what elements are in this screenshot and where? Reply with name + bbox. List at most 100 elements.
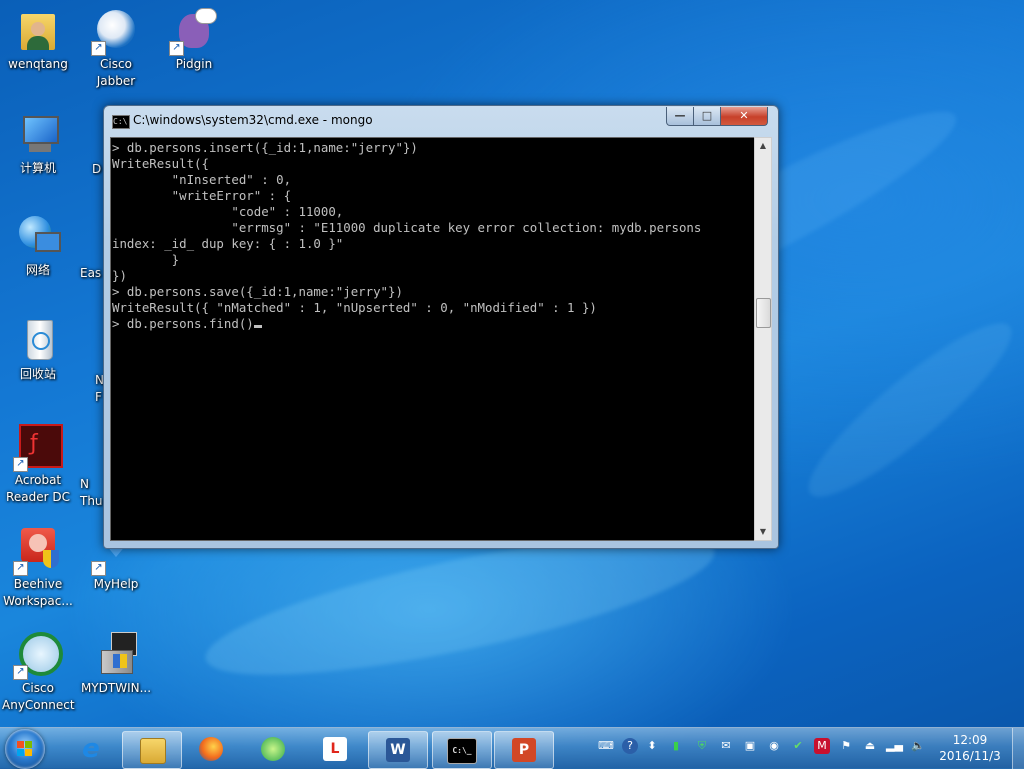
taskbar-word[interactable]: W: [368, 731, 428, 769]
console-line: WriteResult({ "nMatched" : 1, "nUpserted…: [112, 300, 597, 315]
desktop-icon-computer[interactable]: 计算机: [2, 112, 74, 177]
start-button[interactable]: [5, 729, 45, 769]
desktop-icon-cisco-jabber[interactable]: ↗ Cisco Jabber: [80, 8, 152, 90]
mail-icon[interactable]: ✉: [718, 738, 734, 754]
maximize-button[interactable]: □: [693, 107, 721, 126]
console-line: > db.persons.insert({_id:1,name:"jerry"}…: [112, 140, 418, 155]
console-line: "errmsg" : "E11000 duplicate key error c…: [112, 220, 702, 235]
console-line: }): [112, 268, 127, 283]
word-icon: W: [386, 738, 410, 762]
desktop-icon-label: Cisco Jabber: [96, 57, 136, 88]
pidgin-icon: ↗: [169, 8, 217, 56]
beehive-icon: ↗: [13, 528, 61, 576]
desktop-icon-label: Cisco AnyConnect: [2, 681, 75, 712]
console-line: > db.persons.find(): [112, 316, 254, 331]
desktop-icon-label: Beehive Workspac...: [3, 577, 73, 608]
taskbar: e L W C:\_ P ⌨ ? ⬍ ▮ ⛨ ✉ ▣ ◉ ✔ M ⚑ ⏏ ▂▄ …: [0, 727, 1024, 769]
help-icon[interactable]: ?: [622, 738, 638, 754]
mcafee-icon[interactable]: M: [814, 738, 830, 754]
console-line: }: [112, 252, 180, 267]
cmd-icon: C:\: [112, 115, 130, 129]
taskbar-internet-explorer[interactable]: e: [62, 731, 120, 767]
network-globe-icon[interactable]: ◉: [766, 738, 782, 754]
monitor-icon[interactable]: ▣: [742, 738, 758, 754]
taskbar-firefox[interactable]: [182, 731, 240, 767]
desktop-icon-label: 计算机: [19, 161, 56, 175]
desktop-icon-label: wenqtang: [8, 57, 68, 71]
desktop-icon-acrobat-reader[interactable]: ƒ ↗ Acrobat Reader DC: [2, 424, 74, 506]
console-line: WriteResult({: [112, 156, 209, 171]
anyconnect-icon: ↗: [13, 632, 63, 680]
desktop-icon-label: 网络: [25, 263, 50, 277]
minimize-button[interactable]: —: [666, 107, 694, 126]
shortcut-arrow-icon: ↗: [91, 561, 106, 576]
taskbar-cmd[interactable]: C:\_: [432, 731, 492, 769]
battery-plus-icon[interactable]: ▮: [668, 738, 684, 754]
mydtwin-icon: [93, 632, 139, 678]
refresh-globe-icon: [261, 737, 285, 761]
taskbar-powerpoint[interactable]: P: [494, 731, 554, 769]
clock-time: 12:09: [952, 733, 988, 747]
shortcut-arrow-icon: ↗: [13, 457, 28, 472]
desktop-icon-pidgin[interactable]: ↗ Pidgin: [158, 8, 230, 73]
console-line: > db.persons.save({_id:1,name:"jerry"}): [112, 284, 403, 299]
vertical-scrollbar[interactable]: ▲ ▼: [754, 137, 772, 541]
flag-icon[interactable]: ⚑: [838, 738, 854, 754]
volume-icon[interactable]: 🔈: [910, 738, 926, 754]
cmd-window[interactable]: C:\ C:\windows\system32\cmd.exe - mongo …: [103, 105, 779, 549]
scrollbar-thumb[interactable]: [756, 298, 771, 328]
desktop-partial-label: Eas: [80, 266, 102, 280]
console-output[interactable]: > db.persons.insert({_id:1,name:"jerry"}…: [110, 137, 755, 541]
desktop-partial-label: D: [92, 162, 102, 176]
clock[interactable]: 12:09 2016/11/3: [930, 732, 1010, 764]
show-desktop-button[interactable]: [1012, 728, 1024, 769]
powerpoint-icon: P: [512, 738, 536, 762]
clock-date: 2016/11/3: [939, 749, 1001, 763]
arrow-icon[interactable]: ⬍: [644, 738, 660, 754]
recycle-bin-icon: [15, 318, 61, 364]
desktop-icon-label: MyHelp: [93, 577, 139, 591]
close-button[interactable]: ✕: [720, 107, 768, 126]
firefox-icon: [199, 737, 223, 761]
shortcut-arrow-icon: ↗: [91, 41, 106, 56]
desktop-icon-label: Acrobat Reader DC: [6, 473, 70, 504]
folder-icon: [140, 738, 166, 764]
cmd-icon: C:\_: [447, 738, 477, 764]
desktop-icon-recycle-bin[interactable]: 回收站: [2, 318, 74, 383]
scroll-down-arrow-icon[interactable]: ▼: [755, 524, 771, 540]
console-line: "nInserted" : 0,: [112, 172, 292, 187]
desktop-icon-cisco-anyconnect[interactable]: ↗ Cisco AnyConnect: [2, 632, 75, 714]
console-line: "code" : 11000,: [112, 204, 344, 219]
windows-logo-icon: [17, 741, 33, 757]
desktop-icon-wenqtang[interactable]: wenqtang: [2, 8, 74, 73]
scroll-up-arrow-icon[interactable]: ▲: [755, 138, 771, 154]
user-folder-icon: [15, 8, 61, 54]
shortcut-arrow-icon: ↗: [169, 41, 184, 56]
keyboard-icon[interactable]: ⌨: [598, 738, 614, 754]
console-text: > db.persons.insert({_id:1,name:"jerry"}…: [111, 138, 754, 332]
wallpaper-light-streak: [791, 303, 1024, 517]
console-line: index: _id_ dup key: { : 1.0 }": [112, 236, 344, 251]
desktop-icon-label: MYDTWIN...: [80, 681, 152, 695]
security-icon[interactable]: ✔: [790, 738, 806, 754]
letv-icon: L: [323, 737, 347, 761]
text-cursor: [253, 325, 262, 328]
taskbar-letv[interactable]: L: [306, 731, 364, 767]
shortcut-arrow-icon: ↗: [13, 561, 28, 576]
window-titlebar[interactable]: C:\ C:\windows\system32\cmd.exe - mongo …: [104, 106, 778, 134]
desktop-icon-mydtwin[interactable]: MYDTWIN...: [80, 632, 152, 697]
shield-icon[interactable]: ⛨: [694, 738, 710, 754]
network-icon: [15, 214, 61, 260]
taskbar-file-explorer[interactable]: [122, 731, 182, 769]
usb-icon[interactable]: ⏏: [862, 738, 878, 754]
console-line: "writeError" : {: [112, 188, 292, 203]
window-title: C:\windows\system32\cmd.exe - mongo: [133, 113, 373, 127]
shortcut-arrow-icon: ↗: [13, 665, 28, 680]
signal-icon[interactable]: ▂▄: [886, 738, 903, 754]
taskbar-green-app[interactable]: [244, 731, 302, 767]
desktop-icon-beehive[interactable]: ↗ Beehive Workspac...: [2, 528, 74, 610]
internet-explorer-icon: e: [82, 734, 100, 764]
desktop-icon-network[interactable]: 网络: [2, 214, 74, 279]
acrobat-icon: ƒ ↗: [13, 424, 63, 472]
computer-icon: [15, 112, 61, 158]
